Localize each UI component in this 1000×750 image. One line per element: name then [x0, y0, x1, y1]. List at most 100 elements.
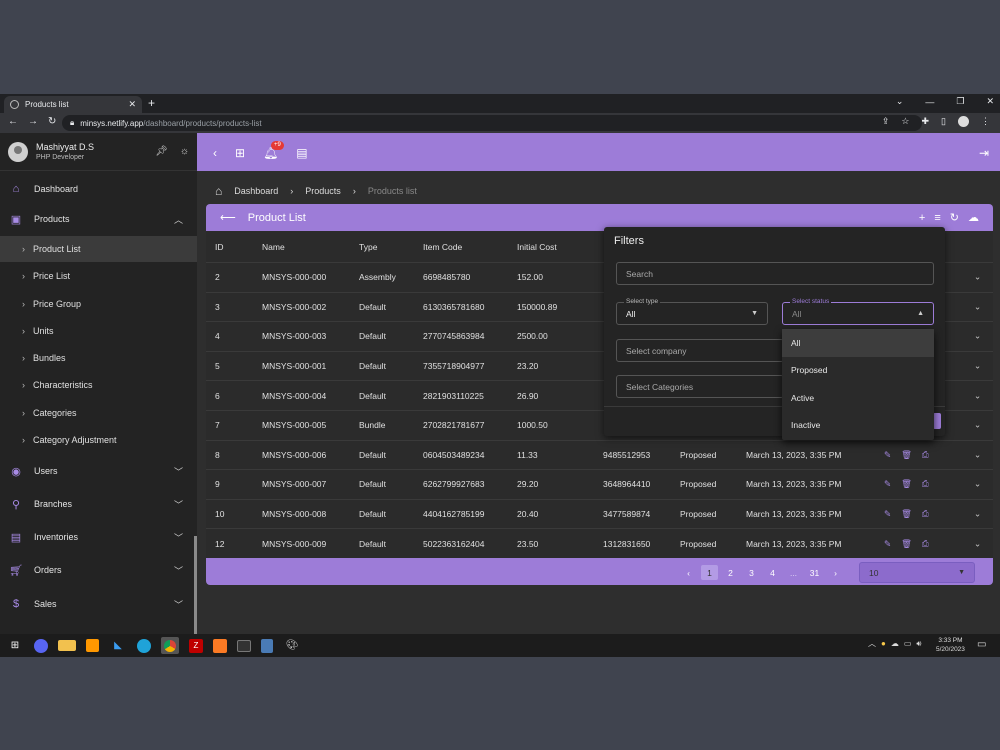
back-arrow-icon[interactable]: ⟵	[220, 211, 236, 224]
grid-icon[interactable]: ⊞	[235, 146, 245, 160]
extensions-icon[interactable]: ✚	[922, 116, 930, 127]
print-icon[interactable]: ⎙	[922, 509, 929, 520]
breadcrumb-dashboard[interactable]: Dashboard	[234, 186, 278, 196]
sidebar-item-orders[interactable]: 🛒︎ Orders ﹀	[0, 557, 197, 583]
page-1[interactable]: 1	[701, 565, 718, 580]
sublime-text-icon[interactable]	[86, 639, 99, 652]
expand-row-icon[interactable]: ⌄	[974, 361, 981, 372]
menu-icon[interactable]: ⋮	[981, 116, 990, 127]
table-row[interactable]: 10 MNSYS-000-008 Default 4404162785199 20.40…	[206, 500, 993, 530]
expand-row-icon[interactable]: ⌄	[974, 331, 981, 342]
sidebar-item-inventories[interactable]: ▤ Inventories ﹀	[0, 524, 197, 550]
cloud-download-icon[interactable]: ☁	[968, 211, 979, 224]
company-select[interactable]: Select company	[616, 339, 784, 362]
browser-tab[interactable]: Products list ✕	[4, 96, 142, 113]
print-icon[interactable]: ⎙	[922, 538, 929, 549]
sidebar-subitem-category-adjustment[interactable]: › Category Adjustment	[0, 427, 197, 453]
message-icon[interactable]: ▤	[296, 146, 307, 160]
expand-row-icon[interactable]: ⌄	[974, 479, 981, 490]
edit-icon[interactable]: ✎	[884, 509, 891, 520]
tab-search-icon[interactable]: ⌄	[896, 96, 904, 107]
system-clock[interactable]: 3:33 PM 5/20/2023	[936, 636, 965, 654]
filter-icon[interactable]: ≡	[934, 212, 940, 224]
col-id[interactable]: ID	[215, 242, 224, 252]
sidebar-item-products[interactable]: ▣ Products ︿	[0, 206, 197, 232]
search-input[interactable]: Search	[616, 262, 934, 285]
page-size-select[interactable]: 10 ▼	[859, 562, 975, 583]
logout-icon[interactable]: ⇥	[979, 146, 989, 160]
sidebar-subitem-categories[interactable]: › Categories	[0, 400, 197, 426]
status-option-active[interactable]: Active	[782, 384, 934, 412]
apply-filter-button[interactable]	[933, 413, 941, 429]
sidebar-icon[interactable]: ▯	[941, 116, 946, 127]
categories-select[interactable]: Select Categories	[616, 375, 784, 398]
pin-icon[interactable]: 📌︎	[155, 146, 168, 157]
refresh-icon[interactable]: ↻	[950, 211, 959, 224]
page-3[interactable]: 3	[743, 565, 760, 580]
tray-app-icon[interactable]: ●	[881, 639, 886, 648]
calculator-icon[interactable]	[261, 638, 273, 653]
reload-icon[interactable]: ↻	[48, 116, 56, 127]
profile-avatar[interactable]	[958, 116, 969, 127]
terminal-icon[interactable]	[237, 639, 251, 652]
notification-center-icon[interactable]: ▭	[977, 639, 986, 650]
filezilla-icon[interactable]: Z	[189, 638, 203, 653]
bookmark-star-icon[interactable]: ☆	[901, 116, 909, 127]
next-page-icon[interactable]: ›	[827, 565, 844, 580]
breadcrumb-products[interactable]: Products	[305, 186, 341, 196]
col-item-code[interactable]: Item Code	[423, 242, 462, 252]
sidebar-subitem-price-group[interactable]: › Price Group	[0, 291, 197, 317]
page-2[interactable]: 2	[722, 565, 739, 580]
file-explorer-icon[interactable]	[58, 640, 76, 651]
type-select[interactable]: Select type All ▼	[616, 298, 768, 325]
prev-page-icon[interactable]: ‹	[680, 565, 697, 580]
new-tab-icon[interactable]: +	[148, 96, 155, 110]
windows-start-icon[interactable]: ⊞	[6, 637, 24, 654]
expand-row-icon[interactable]: ⌄	[974, 449, 981, 460]
status-option-inactive[interactable]: Inactive	[782, 412, 934, 440]
paint-icon[interactable]: 🎨︎	[283, 637, 301, 654]
vscode-icon[interactable]: ◣	[109, 637, 127, 654]
sidebar-item-users[interactable]: ◉ Users ﹀	[0, 458, 197, 484]
delete-icon[interactable]: 🗑︎	[901, 538, 912, 549]
print-icon[interactable]: ⎙	[922, 479, 929, 490]
sidebar-subitem-bundles[interactable]: › Bundles	[0, 345, 197, 371]
status-option-proposed[interactable]: Proposed	[782, 357, 934, 385]
discord-icon[interactable]	[34, 638, 48, 653]
status-select[interactable]: Select status All ▲	[782, 298, 934, 325]
col-name[interactable]: Name	[262, 242, 285, 252]
maximize-icon[interactable]: ❐	[956, 96, 964, 107]
expand-row-icon[interactable]: ⌄	[974, 538, 981, 549]
col-initial-cost[interactable]: Initial Cost	[517, 242, 557, 252]
xampp-icon[interactable]	[213, 638, 227, 653]
volume-icon[interactable]: 🔊︎	[916, 639, 921, 649]
collapse-sidebar-icon[interactable]: ‹	[213, 146, 217, 160]
page-4[interactable]: 4	[764, 565, 781, 580]
sidebar-item-sales[interactable]: $ Sales ﹀	[0, 591, 197, 617]
table-row[interactable]: 8 MNSYS-000-006 Default 0604503489234 11.33 9…	[206, 441, 993, 471]
print-icon[interactable]: ⎙	[922, 449, 929, 460]
expand-row-icon[interactable]: ⌄	[974, 509, 981, 520]
sidebar-subitem-price-list[interactable]: › Price List	[0, 263, 197, 289]
chrome-icon[interactable]	[161, 637, 179, 654]
cloud-icon[interactable]: ☁	[891, 639, 899, 648]
expand-row-icon[interactable]: ⌄	[974, 390, 981, 401]
edge-icon[interactable]	[137, 638, 151, 653]
add-icon[interactable]: +	[919, 212, 925, 224]
forward-icon[interactable]: →	[28, 116, 38, 127]
page-31[interactable]: 31	[806, 565, 823, 580]
back-icon[interactable]: ←	[8, 116, 18, 127]
sidebar-subitem-units[interactable]: › Units	[0, 318, 197, 344]
expand-row-icon[interactable]: ⌄	[974, 272, 981, 283]
sidebar-item-branches[interactable]: ⚲ Branches ﹀	[0, 491, 197, 517]
delete-icon[interactable]: 🗑︎	[901, 479, 912, 490]
tray-expand-icon[interactable]: ︿	[868, 638, 876, 649]
close-tab-icon[interactable]: ✕	[128, 99, 136, 110]
edit-icon[interactable]: ✎	[884, 479, 891, 490]
url-field[interactable]: 🔒︎ minsys.netlify.app/dashboard/products…	[62, 115, 922, 131]
edit-icon[interactable]: ✎	[884, 449, 891, 460]
status-option-all[interactable]: All	[782, 329, 934, 357]
col-type[interactable]: Type	[359, 242, 377, 252]
delete-icon[interactable]: 🗑︎	[901, 509, 912, 520]
expand-row-icon[interactable]: ⌄	[974, 420, 981, 431]
